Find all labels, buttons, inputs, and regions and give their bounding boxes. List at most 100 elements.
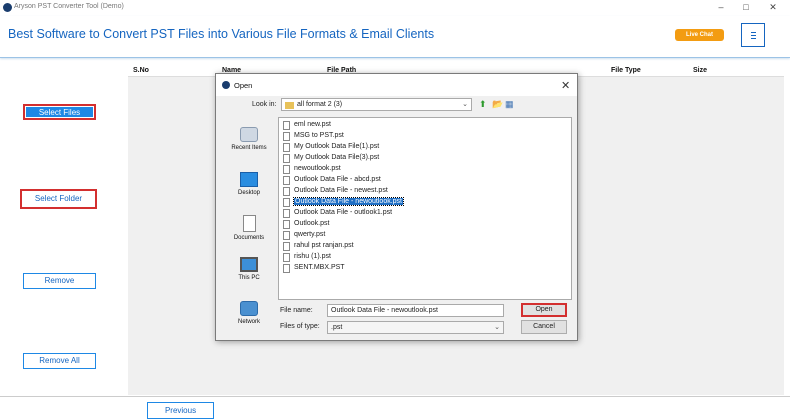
list-item-selected[interactable]: Outlook Data File - newoutlook.pst [283, 197, 404, 208]
file-icon [283, 242, 290, 251]
file-name: Outlook Data File - abcd.pst [294, 176, 381, 183]
place-label: This PC [238, 275, 260, 281]
header: Best Software to Convert PST Files into … [0, 16, 790, 58]
look-in-label: Look in: [252, 101, 277, 108]
app-logo-icon [3, 3, 12, 12]
look-in-value: all format 2 (3) [297, 101, 343, 108]
sidebar: Select Files Select Folder Remove Remove… [0, 61, 128, 397]
file-name: Outlook Data File - newest.pst [294, 187, 388, 194]
file-icon [283, 198, 290, 207]
file-name: Outlook Data File - outlook1.pst [294, 209, 393, 216]
file-name: My Outlook Data File(3).pst [294, 154, 380, 161]
list-item[interactable]: MSG to PST.pst [283, 132, 344, 142]
file-type-label: Files of type: [280, 323, 320, 330]
open-file-dialog: Open ✕ Look in: all format 2 (3) ⌄ ⬆ 📂 ▦… [215, 73, 578, 341]
places-bar: Recent Items Desktop Documents This PC N… [224, 117, 274, 330]
title-bar: Aryson PST Converter Tool (Demo) – □ ✕ [0, 0, 790, 16]
list-item[interactable]: qwerty.pst [283, 231, 325, 241]
documents-icon [242, 215, 256, 232]
file-name-label: File name: [280, 307, 313, 314]
view-menu-icon[interactable]: ▦ [505, 99, 514, 110]
file-icon [283, 143, 290, 152]
file-icon [283, 231, 290, 240]
place-this-pc[interactable]: This PC [224, 257, 274, 281]
dialog-close-button[interactable]: ✕ [561, 79, 570, 92]
recent-items-icon [240, 127, 258, 142]
minimize-button[interactable]: – [714, 1, 728, 13]
file-name: SENT.MBX.PST [294, 264, 345, 271]
file-icon [283, 132, 290, 141]
dialog-app-icon [222, 81, 230, 89]
select-folder-button[interactable]: Select Folder [20, 189, 97, 209]
file-icon [283, 220, 290, 229]
dialog-title: Open [234, 81, 253, 90]
list-item[interactable]: rishu (1).pst [283, 253, 331, 263]
footer: Previous [0, 396, 790, 419]
list-item[interactable]: newoutlook.pst [283, 165, 341, 175]
list-item[interactable]: SENT.MBX.PST [283, 264, 345, 274]
window-title: Aryson PST Converter Tool (Demo) [14, 3, 124, 10]
place-label: Recent Items [231, 145, 267, 151]
new-folder-icon[interactable]: 📂 [492, 99, 503, 110]
dialog-title-bar: Open ✕ [216, 74, 577, 96]
file-name: MSG to PST.pst [294, 132, 344, 139]
column-sno: S.No [133, 67, 149, 74]
file-icon [283, 165, 290, 174]
file-name: My Outlook Data File(1).pst [294, 143, 380, 150]
file-icon [283, 154, 290, 163]
place-label: Documents [233, 235, 265, 241]
place-label: Desktop [237, 190, 260, 196]
file-name: Outlook.pst [294, 220, 330, 227]
desktop-icon [240, 172, 258, 187]
file-name: eml new.pst [294, 121, 331, 128]
cancel-button[interactable]: Cancel [521, 320, 567, 334]
file-name: rahul pst ranjan.pst [294, 242, 354, 249]
chevron-down-icon: ⌄ [462, 101, 468, 108]
place-label: Network [237, 319, 260, 325]
file-name-input[interactable]: Outlook Data File - newoutlook.pst [327, 304, 504, 317]
column-file-type: File Type [611, 67, 641, 74]
file-icon [283, 264, 290, 273]
file-icon [283, 176, 290, 185]
file-type-select[interactable]: .pst ⌄ [327, 321, 504, 334]
list-item[interactable]: My Outlook Data File(3).pst [283, 154, 379, 164]
hamburger-icon[interactable] [741, 23, 765, 47]
close-window-button[interactable]: ✕ [766, 1, 780, 13]
file-icon [283, 253, 290, 262]
file-list[interactable]: eml new.pst MSG to PST.pst My Outlook Da… [278, 117, 572, 300]
list-item[interactable]: eml new.pst [283, 121, 331, 131]
place-recent-items[interactable]: Recent Items [224, 127, 274, 151]
maximize-button[interactable]: □ [739, 1, 753, 13]
this-pc-icon [240, 257, 258, 272]
place-documents[interactable]: Documents [224, 215, 274, 241]
select-files-button[interactable]: Select Files [23, 104, 96, 120]
chevron-down-icon: ⌄ [494, 324, 500, 331]
list-item[interactable]: Outlook.pst [283, 220, 329, 230]
column-size: Size [693, 67, 708, 74]
list-item[interactable]: Outlook Data File - newest.pst [283, 187, 388, 197]
file-name: Outlook Data File - newoutlook.pst [293, 197, 404, 206]
file-type-value: .pst [331, 324, 343, 331]
live-chat-button[interactable]: Live Chat [675, 29, 724, 41]
place-network[interactable]: Network [224, 301, 274, 325]
previous-button[interactable]: Previous [147, 402, 214, 419]
tagline: Best Software to Convert PST Files into … [8, 27, 435, 41]
list-item[interactable]: rahul pst ranjan.pst [283, 242, 354, 252]
remove-all-button[interactable]: Remove All [23, 353, 96, 369]
open-button[interactable]: Open [521, 303, 567, 317]
list-item[interactable]: My Outlook Data File(1).pst [283, 143, 379, 153]
file-name: qwerty.pst [294, 231, 326, 238]
file-name: rishu (1).pst [294, 253, 331, 260]
network-icon [240, 301, 258, 316]
folder-icon [285, 102, 294, 109]
file-icon [283, 121, 290, 130]
look-in-dropdown[interactable]: all format 2 (3) ⌄ [281, 98, 472, 111]
remove-button[interactable]: Remove [23, 273, 96, 289]
file-icon [283, 209, 290, 218]
list-item[interactable]: Outlook Data File - abcd.pst [283, 176, 381, 186]
list-item[interactable]: Outlook Data File - outlook1.pst [283, 209, 392, 219]
file-name: newoutlook.pst [294, 165, 341, 172]
back-icon[interactable]: ⬆ [479, 99, 487, 110]
file-icon [283, 187, 290, 196]
place-desktop[interactable]: Desktop [224, 172, 274, 196]
